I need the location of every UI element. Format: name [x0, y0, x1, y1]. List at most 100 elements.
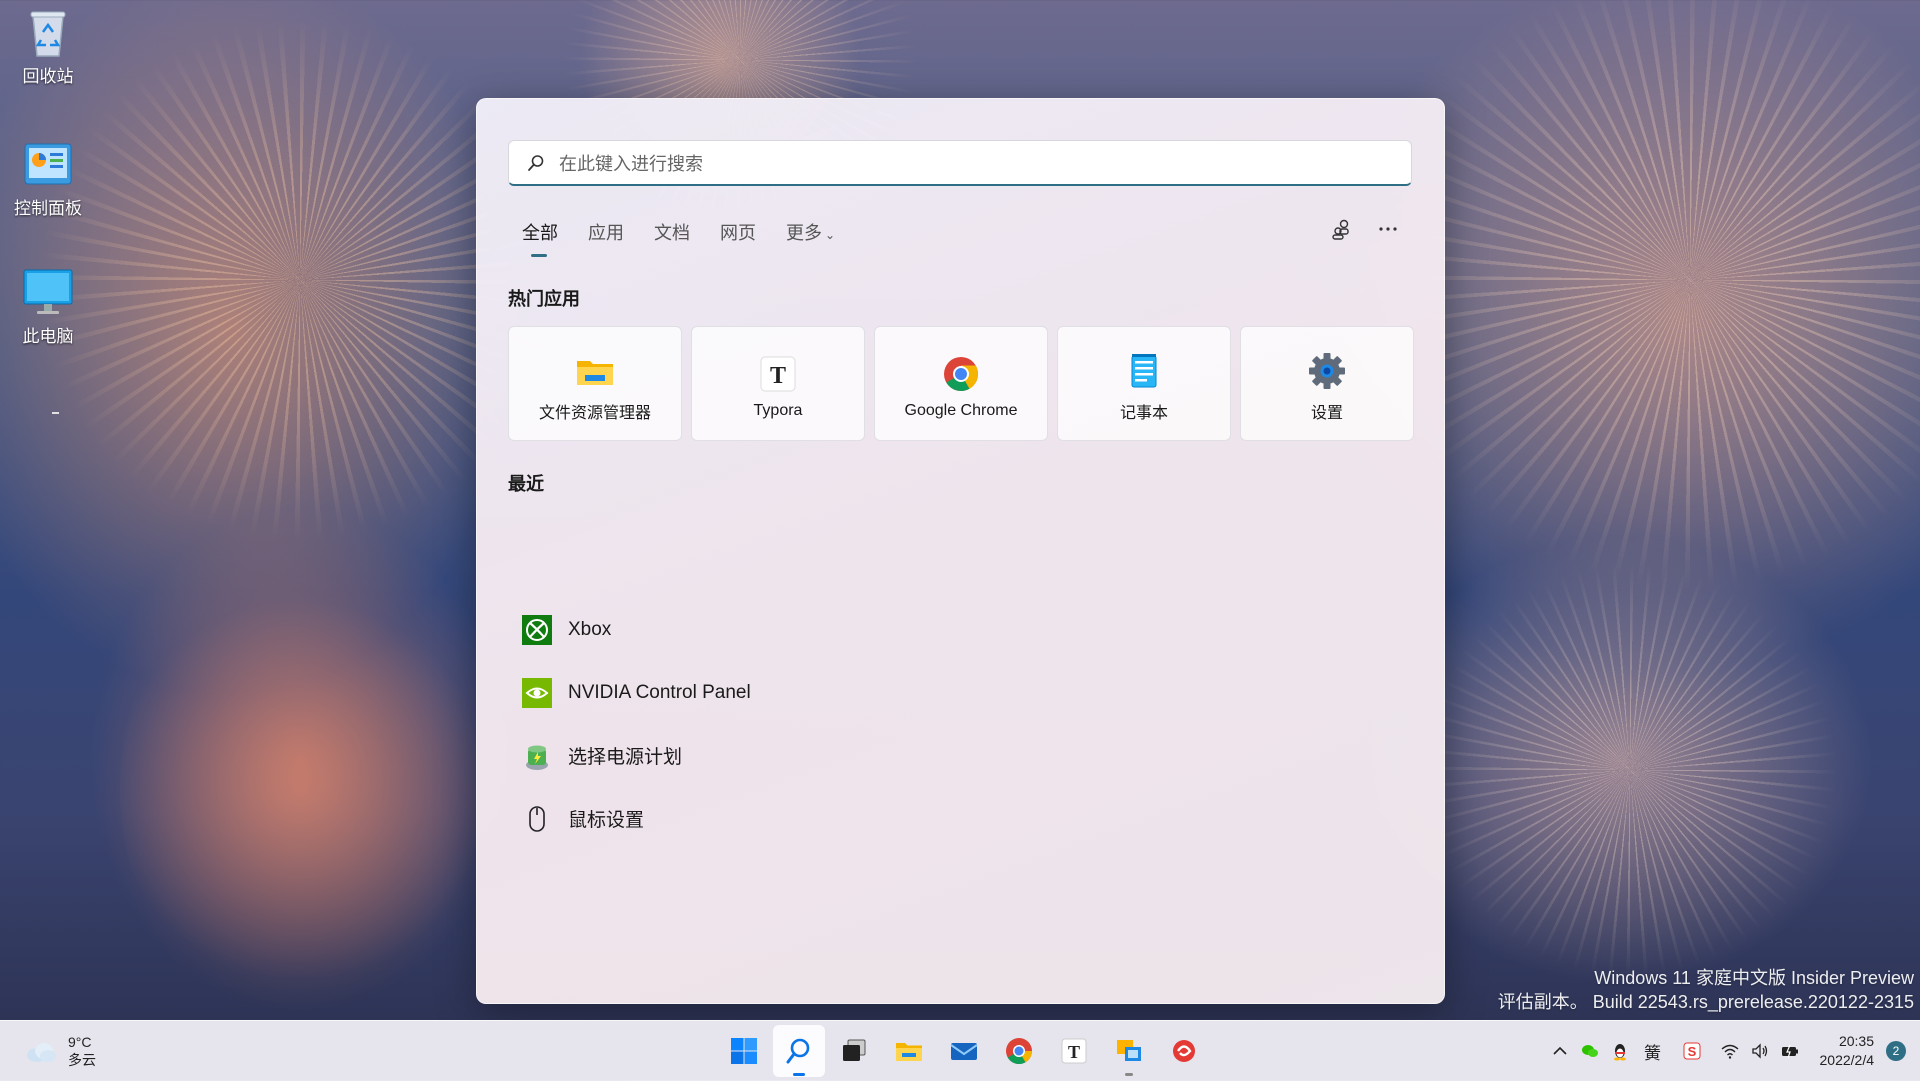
tray-battery[interactable] — [1776, 1037, 1804, 1065]
search-tabs: 全部 应用 文档 网页 更多⌄ — [522, 219, 865, 245]
control-panel-icon — [21, 138, 75, 192]
windows-watermark: Windows 11 家庭中文版 Insider Preview 评估副本。 B… — [1498, 966, 1914, 1014]
weather-widget[interactable]: 9°C 多云 — [24, 1033, 96, 1069]
search-icon — [527, 154, 545, 172]
wallpaper-firework — [1380, 0, 1920, 600]
desktop-icon-label: 此电脑 — [6, 322, 90, 347]
taskbar: 9°C 多云 — [0, 1020, 1920, 1081]
account-switch-icon[interactable] — [1330, 217, 1354, 241]
search-top-actions — [1330, 217, 1400, 241]
taskbar-file-explorer[interactable] — [883, 1025, 935, 1077]
typora-icon: T — [758, 354, 798, 394]
wallpaper-firework — [1420, 560, 1840, 980]
tray-sogou[interactable]: S — [1678, 1037, 1706, 1065]
app-tile-typora[interactable]: T Typora — [691, 326, 865, 441]
qq-penguin-icon — [1610, 1041, 1630, 1061]
tray-clock[interactable]: 20:35 2022/2/4 — [1820, 1032, 1875, 1070]
system-tray: 簧 S 20:35 2022/2/4 2 — [1546, 1021, 1920, 1081]
search-input[interactable] — [557, 149, 1391, 179]
taskbar-typora[interactable]: T — [1048, 1025, 1100, 1077]
desktop-icon-label: 回收站 — [6, 62, 90, 87]
task-view-button[interactable] — [828, 1025, 880, 1077]
desktop-icon-this-pc[interactable]: 此电脑 — [6, 266, 90, 347]
settings-gear-icon — [1307, 351, 1347, 391]
tab-label: 应用 — [588, 223, 624, 243]
show-hidden-icons-button[interactable] — [1546, 1037, 1574, 1065]
taskbar-chrome[interactable] — [993, 1025, 1045, 1077]
typora-icon: T — [1059, 1036, 1089, 1066]
tab-documents[interactable]: 文档 — [654, 219, 690, 245]
recent-item-label: 选择电源计划 — [568, 742, 682, 769]
remote-app-icon — [1114, 1036, 1144, 1066]
tab-apps[interactable]: 应用 — [588, 219, 624, 245]
taskbar-search-button[interactable] — [773, 1025, 825, 1077]
taskbar-red-app[interactable] — [1158, 1025, 1210, 1077]
wallpaper-glow — [120, 560, 480, 1020]
battery-charging-icon — [1780, 1041, 1800, 1061]
search-icon — [784, 1036, 814, 1066]
tab-web[interactable]: 网页 — [720, 219, 756, 245]
recent-list: Xbox NVIDIA Control Panel 选择电源计划 — [508, 598, 1408, 850]
weather-temp: 9°C — [68, 1033, 96, 1051]
recent-item-label: 鼠标设置 — [568, 805, 644, 832]
notification-badge[interactable]: 2 — [1886, 1041, 1906, 1061]
svg-text:T: T — [770, 363, 786, 389]
desktop-icon-label: 控制面板 — [6, 194, 90, 219]
start-button[interactable] — [718, 1025, 770, 1077]
folder-icon — [894, 1036, 924, 1066]
app-tile-label: 文件资源管理器 — [539, 399, 651, 423]
red-app-icon — [1169, 1036, 1199, 1066]
svg-text:S: S — [1687, 1044, 1696, 1059]
nvidia-icon — [522, 678, 552, 708]
svg-text:T: T — [1068, 1042, 1080, 1062]
file-explorer-icon — [575, 351, 615, 391]
desktop-dash — [52, 412, 59, 414]
app-tile-label: Google Chrome — [905, 402, 1018, 420]
search-box[interactable] — [508, 140, 1412, 186]
tab-label: 更多 — [786, 223, 822, 243]
notepad-icon — [1124, 351, 1164, 391]
mail-icon — [949, 1036, 979, 1066]
recent-item-nvidia[interactable]: NVIDIA Control Panel — [508, 661, 1408, 724]
weather-text: 9°C 多云 — [68, 1033, 96, 1069]
tray-ime[interactable]: 簧 — [1636, 1037, 1670, 1065]
chevron-up-icon — [1550, 1041, 1570, 1061]
search-panel: 全部 应用 文档 网页 更多⌄ 热门应用 文件资源管理器 — [476, 98, 1445, 1004]
more-options-icon[interactable] — [1376, 217, 1400, 241]
speaker-icon — [1750, 1041, 1770, 1061]
desktop-icon-control-panel[interactable]: 控制面板 — [6, 138, 90, 219]
recent-item-mouse-settings[interactable]: 鼠标设置 — [508, 787, 1408, 850]
taskbar-pinned: T — [718, 1025, 1213, 1077]
watermark-line: Windows 11 家庭中文版 Insider Preview — [1498, 966, 1914, 990]
monitor-icon — [21, 266, 75, 320]
wifi-icon — [1720, 1041, 1740, 1061]
desktop-icon-recycle-bin[interactable]: 回收站 — [6, 6, 90, 87]
tray-wifi[interactable] — [1716, 1037, 1744, 1065]
taskbar-remote-app[interactable] — [1103, 1025, 1155, 1077]
tab-label: 全部 — [522, 223, 558, 243]
clock-date: 2022/2/4 — [1820, 1051, 1875, 1070]
tray-wechat[interactable] — [1576, 1037, 1604, 1065]
recent-item-xbox[interactable]: Xbox — [508, 598, 1408, 661]
clock-time: 20:35 — [1820, 1032, 1875, 1051]
windows-logo-icon — [729, 1036, 759, 1066]
chrome-icon — [941, 354, 981, 394]
app-tile-file-explorer[interactable]: 文件资源管理器 — [508, 326, 682, 441]
taskbar-mail[interactable] — [938, 1025, 990, 1077]
app-tile-label: Typora — [754, 402, 803, 420]
app-tile-label: 记事本 — [1120, 399, 1168, 423]
running-indicator — [1125, 1073, 1133, 1076]
tab-all[interactable]: 全部 — [522, 219, 558, 245]
app-tile-chrome[interactable]: Google Chrome — [874, 326, 1048, 441]
weather-condition: 多云 — [68, 1051, 96, 1069]
recent-item-power-plan[interactable]: 选择电源计划 — [508, 724, 1408, 787]
tray-volume[interactable] — [1746, 1037, 1774, 1065]
chrome-icon — [1004, 1036, 1034, 1066]
cloud-icon — [24, 1037, 58, 1065]
app-tile-notepad[interactable]: 记事本 — [1057, 326, 1231, 441]
tab-more[interactable]: 更多⌄ — [786, 219, 835, 245]
mouse-icon — [522, 804, 552, 834]
power-plan-icon — [522, 741, 552, 771]
app-tile-settings[interactable]: 设置 — [1240, 326, 1414, 441]
tray-qq[interactable] — [1606, 1037, 1634, 1065]
